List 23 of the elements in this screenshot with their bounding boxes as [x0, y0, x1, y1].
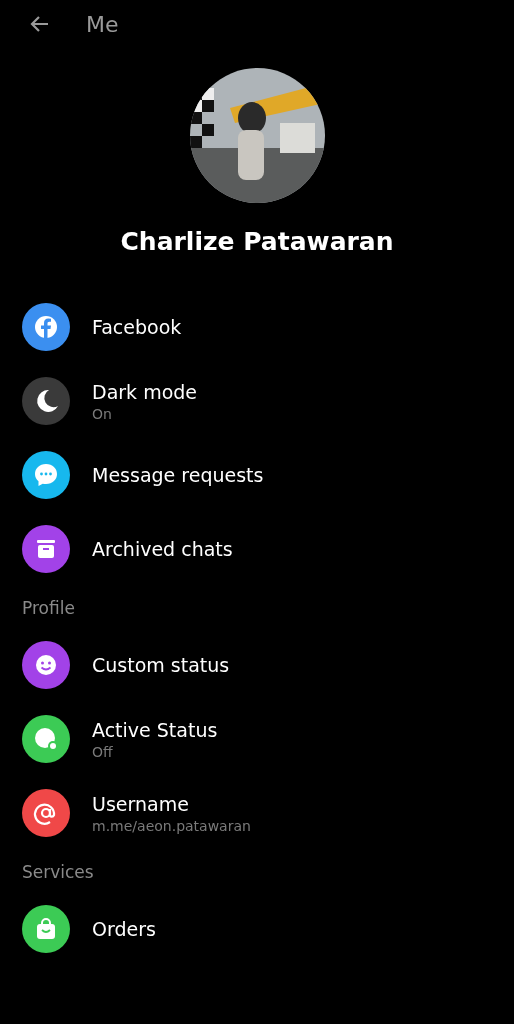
item-subtitle: Off	[92, 743, 114, 760]
section-heading: Services	[21, 861, 95, 884]
item-label: Facebook	[92, 316, 182, 338]
item-label: Active Status	[92, 718, 218, 741]
menu-item[interactable]: Username m.me/aeon.patawaran	[0, 776, 514, 850]
menu-item[interactable]: Dark mode On	[0, 364, 514, 438]
item-label: Custom status	[92, 654, 230, 676]
menu-item[interactable]: Message requests	[0, 438, 514, 512]
menu-item[interactable]: Active Status Off	[0, 702, 514, 776]
item-label: Message requests	[92, 464, 264, 486]
menu-item[interactable]: Archived chats	[0, 512, 514, 586]
page-title: Me	[86, 11, 119, 37]
menu-item[interactable]: Orders	[0, 892, 514, 966]
item-label: Dark mode	[92, 380, 197, 403]
menu-item[interactable]: Facebook	[0, 290, 514, 364]
profile-name: Charlize Patawaran	[119, 227, 395, 256]
menu-item[interactable]: Custom status	[0, 628, 514, 702]
item-label: Username	[92, 792, 190, 815]
item-label: Orders	[92, 918, 156, 940]
item-label: Archived chats	[92, 538, 233, 560]
section-heading: Profile	[21, 597, 76, 620]
item-subtitle: On	[92, 405, 113, 422]
item-subtitle: m.me/aeon.patawaran	[92, 817, 251, 834]
